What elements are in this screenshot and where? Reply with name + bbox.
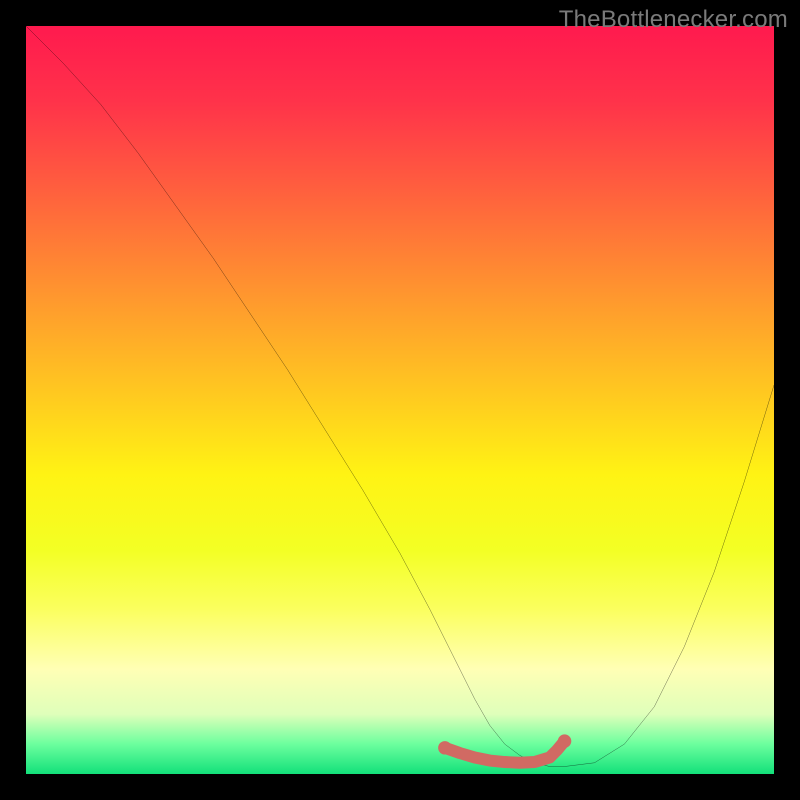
watermark-text: TheBottlenecker.com: [559, 6, 788, 34]
chart-frame: TheBottlenecker.com: [0, 0, 800, 800]
bottleneck-curve: [26, 26, 774, 767]
marker-start-dot: [438, 741, 451, 754]
chart-svg: [26, 26, 774, 774]
optimal-region-marker: [445, 741, 565, 763]
marker-end-dot: [558, 734, 571, 747]
